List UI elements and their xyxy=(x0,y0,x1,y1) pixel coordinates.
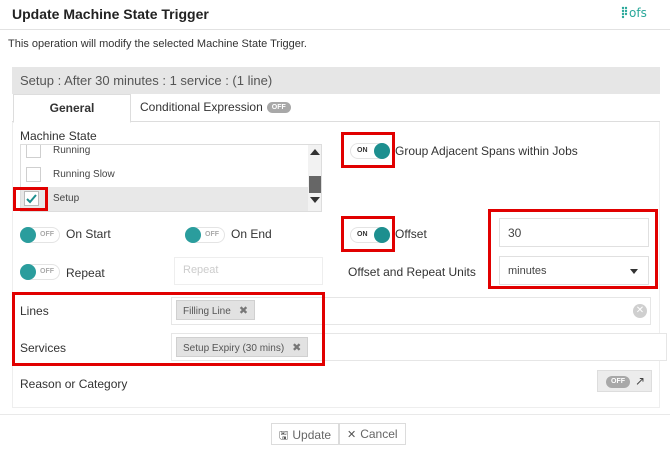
tab-bar: General Conditional Expression OFF xyxy=(12,94,660,123)
logo-text: ofs xyxy=(629,6,647,20)
highlight-offset-fields xyxy=(488,209,658,289)
list-item-label: Running xyxy=(53,145,91,156)
list-item-label: Running Slow xyxy=(53,169,115,180)
save-icon: 🖫 xyxy=(279,430,289,442)
tab-conditional-label: Conditional Expression xyxy=(140,100,263,114)
reason-toggle[interactable]: OFF ↗ xyxy=(597,370,652,392)
repeat-toggle[interactable]: OFF xyxy=(20,264,60,280)
scroll-down-icon[interactable] xyxy=(310,197,320,203)
list-scrollbar[interactable] xyxy=(308,145,321,211)
update-button[interactable]: 🖫 Update xyxy=(271,423,340,445)
reason-label: Reason or Category xyxy=(20,377,128,391)
units-label: Offset and Repeat Units xyxy=(348,265,476,279)
highlight-offset-toggle xyxy=(341,216,395,252)
update-label: Update xyxy=(292,428,332,442)
on-end-toggle[interactable]: OFF xyxy=(185,227,225,243)
on-start-toggle[interactable]: OFF xyxy=(20,227,60,243)
highlight-setup-checkbox xyxy=(13,187,48,211)
toggle-knob xyxy=(185,227,201,243)
ofs-logo: ofs xyxy=(621,6,647,20)
group-adjacent-label: Group Adjacent Spans within Jobs xyxy=(395,144,578,158)
footer-divider xyxy=(0,414,670,415)
toggle-state-label: OFF xyxy=(40,231,54,238)
list-item-selected[interactable]: Setup xyxy=(21,187,308,211)
offset-label: Offset xyxy=(395,227,427,241)
machine-state-label: Machine State xyxy=(20,129,97,143)
clear-icon[interactable]: ✕ xyxy=(633,304,647,318)
list-item[interactable]: Running Slow xyxy=(21,163,308,187)
toggle-state-label: OFF xyxy=(205,231,219,238)
toggle-knob xyxy=(20,227,36,243)
dialog-description: This operation will modify the selected … xyxy=(8,38,307,50)
tab-general[interactable]: General xyxy=(13,94,131,123)
toggle-state-label: OFF xyxy=(40,268,54,275)
dialog-title: Update Machine State Trigger xyxy=(12,6,209,22)
checkbox[interactable] xyxy=(26,145,41,158)
title-divider xyxy=(0,29,670,30)
setup-summary: Setup : After 30 minutes : 1 service : (… xyxy=(12,67,660,94)
checkbox[interactable] xyxy=(26,167,41,182)
tab-conditional-expression[interactable]: Conditional Expression OFF xyxy=(140,100,291,114)
highlight-lines-services xyxy=(12,292,325,366)
repeat-label: Repeat xyxy=(66,266,105,280)
highlight-group-toggle xyxy=(341,132,395,168)
machine-state-list[interactable]: Running Running Slow Setup xyxy=(20,144,322,212)
scroll-thumb[interactable] xyxy=(309,176,321,193)
list-item[interactable]: Running xyxy=(21,145,308,163)
external-link-icon[interactable]: ↗ xyxy=(635,374,645,388)
on-end-label: On End xyxy=(231,227,272,241)
repeat-input[interactable]: Repeat xyxy=(174,257,323,285)
reason-toggle-badge: OFF xyxy=(606,376,630,388)
cancel-button[interactable]: ✕ Cancel xyxy=(339,423,406,445)
on-start-label: On Start xyxy=(66,227,111,241)
conditional-toggle-badge: OFF xyxy=(266,102,291,114)
scroll-up-icon[interactable] xyxy=(310,149,320,155)
toggle-knob xyxy=(20,264,36,280)
cancel-label: Cancel xyxy=(360,427,398,441)
list-item-label: Setup xyxy=(53,193,80,204)
close-icon: ✕ xyxy=(347,429,357,441)
